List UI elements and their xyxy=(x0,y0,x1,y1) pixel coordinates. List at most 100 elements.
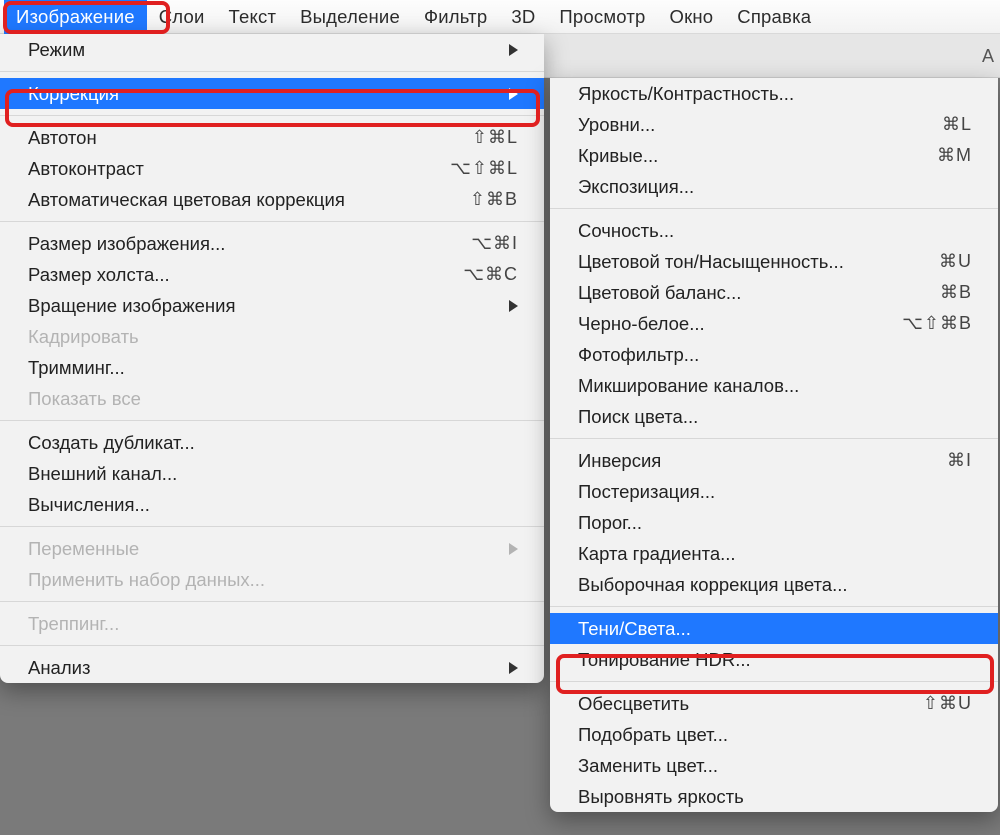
menu-separator xyxy=(0,71,544,72)
menu-item[interactable]: Вычисления... xyxy=(0,489,544,520)
menu-item[interactable]: Создать дубликат... xyxy=(0,427,544,458)
menu-separator xyxy=(0,420,544,421)
menu-item[interactable]: Анализ xyxy=(0,652,544,683)
menu-item[interactable]: Черно-белое...⌥⇧⌘B xyxy=(550,308,998,339)
truncated-label: A xyxy=(982,46,994,66)
menu-item-shortcut: ⇧⌘B xyxy=(470,189,518,210)
menu-item[interactable]: Размер изображения...⌥⌘I xyxy=(0,228,544,259)
submenu-arrow-icon xyxy=(509,662,518,674)
menubar-item[interactable]: Выделение xyxy=(288,0,412,34)
menu-item-label: Выровнять яркость xyxy=(578,786,744,808)
menu-item-label: Сочность... xyxy=(578,220,674,242)
menubar-item[interactable]: Изображение xyxy=(4,0,147,34)
menu-item[interactable]: Автотон ⇧⌘L xyxy=(0,122,544,153)
menu-item[interactable]: Автоконтраст⌥⇧⌘L xyxy=(0,153,544,184)
menu-item-label: Режим xyxy=(28,39,85,61)
menu-item: Показать все xyxy=(0,383,544,414)
menu-item[interactable]: Постеризация... xyxy=(550,476,998,507)
menu-item-label: Экспозиция... xyxy=(578,176,694,198)
menubar-item[interactable]: Просмотр xyxy=(547,0,657,34)
menu-item-label: Обесцветить xyxy=(578,693,689,715)
menu-item-label: Тримминг... xyxy=(28,357,125,379)
menu-item-label: Цветовой баланс... xyxy=(578,282,741,304)
menubar-item[interactable]: Текст xyxy=(217,0,289,34)
menubar-item[interactable]: Окно xyxy=(657,0,725,34)
menu-item-label: Треппинг... xyxy=(28,613,119,635)
menu-item-label: Выборочная коррекция цвета... xyxy=(578,574,848,596)
menu-item-label: Уровни... xyxy=(578,114,655,136)
menu-item[interactable]: Инверсия ⌘I xyxy=(550,445,998,476)
menu-item[interactable]: Сочность... xyxy=(550,215,998,246)
menu-item[interactable]: Коррекция xyxy=(0,78,544,109)
menu-item-label: Кривые... xyxy=(578,145,658,167)
submenu-arrow-icon xyxy=(509,88,518,100)
menu-item-shortcut: ⇧⌘L xyxy=(472,127,518,148)
menu-item[interactable]: Цветовой тон/Насыщенность... ⌘U xyxy=(550,246,998,277)
menu-item-label: Автоматическая цветовая коррекция xyxy=(28,189,345,211)
menu-item[interactable]: Подобрать цвет... xyxy=(550,719,998,750)
menu-item-label: Поиск цвета... xyxy=(578,406,698,428)
menu-item[interactable]: Микширование каналов... xyxy=(550,370,998,401)
menu-item-label: Подобрать цвет... xyxy=(578,724,728,746)
menu-separator xyxy=(550,606,998,607)
menu-separator xyxy=(0,115,544,116)
menubar-item[interactable]: 3D xyxy=(499,0,547,34)
menu-item-shortcut: ⌘M xyxy=(937,145,972,166)
menu-item[interactable]: Выровнять яркость xyxy=(550,781,998,812)
menu-item-label: Цветовой тон/Насыщенность... xyxy=(578,251,844,273)
menu-item-label: Размер холста... xyxy=(28,264,170,286)
menu-item[interactable]: Заменить цвет... xyxy=(550,750,998,781)
menu-item: Применить набор данных... xyxy=(0,564,544,595)
menu-item: Кадрировать xyxy=(0,321,544,352)
menu-item: Треппинг... xyxy=(0,608,544,639)
menubar-item[interactable]: Фильтр xyxy=(412,0,499,34)
menu-item-label: Создать дубликат... xyxy=(28,432,195,454)
menu-item-shortcut: ⌘I xyxy=(947,450,972,471)
menu-item[interactable]: Выборочная коррекция цвета... xyxy=(550,569,998,600)
menu-item[interactable]: Цветовой баланс... ⌘B xyxy=(550,277,998,308)
menu-item[interactable]: Порог... xyxy=(550,507,998,538)
menu-item[interactable]: Внешний канал... xyxy=(0,458,544,489)
menu-item[interactable]: Карта градиента... xyxy=(550,538,998,569)
menu-item[interactable]: Тонирование HDR... xyxy=(550,644,998,675)
menu-item-label: Вычисления... xyxy=(28,494,150,516)
menu-item[interactable]: Тени/Света... xyxy=(550,613,998,644)
menu-item-label: Автотон xyxy=(28,127,97,149)
menu-item-shortcut: ⌥⌘C xyxy=(463,264,518,285)
submenu-arrow-icon xyxy=(509,300,518,312)
menubar-item[interactable]: Справка xyxy=(725,0,823,34)
menu-item[interactable]: Автоматическая цветовая коррекция ⇧⌘B xyxy=(0,184,544,215)
menu-item-label: Анализ xyxy=(28,657,90,679)
menu-item[interactable]: Уровни...⌘L xyxy=(550,109,998,140)
menu-item[interactable]: Яркость/Контрастность... xyxy=(550,78,998,109)
menu-item[interactable]: Обесцветить⇧⌘U xyxy=(550,688,998,719)
menu-item-label: Показать все xyxy=(28,388,141,410)
menu-item-label: Тени/Света... xyxy=(578,618,691,640)
menu-item[interactable]: Экспозиция... xyxy=(550,171,998,202)
menubar: ИзображениеСлоиТекстВыделениеФильтр3DПро… xyxy=(0,0,1000,34)
menu-item[interactable]: Размер холста... ⌥⌘C xyxy=(0,259,544,290)
menu-separator xyxy=(550,681,998,682)
menu-item[interactable]: Фотофильтр... xyxy=(550,339,998,370)
menu-item-shortcut: ⌘U xyxy=(939,251,972,272)
menu-item-label: Фотофильтр... xyxy=(578,344,699,366)
menu-item-label: Тонирование HDR... xyxy=(578,649,751,671)
menu-item[interactable]: Вращение изображения xyxy=(0,290,544,321)
menu-item-label: Черно-белое... xyxy=(578,313,705,335)
menubar-item[interactable]: Слои xyxy=(147,0,217,34)
menu-item-label: Порог... xyxy=(578,512,642,534)
menu-separator xyxy=(0,601,544,602)
menu-item[interactable]: Тримминг... xyxy=(0,352,544,383)
menu-item-shortcut: ⌘B xyxy=(940,282,972,303)
menu-item[interactable]: Поиск цвета... xyxy=(550,401,998,432)
menu-item-label: Внешний канал... xyxy=(28,463,177,485)
submenu-arrow-icon xyxy=(509,44,518,56)
menu-item[interactable]: Кривые... ⌘M xyxy=(550,140,998,171)
menu-item-label: Размер изображения... xyxy=(28,233,225,255)
menu-item[interactable]: Режим xyxy=(0,34,544,65)
menu-item-label: Инверсия xyxy=(578,450,661,472)
menu-item-label: Применить набор данных... xyxy=(28,569,265,591)
menu-item-label: Яркость/Контрастность... xyxy=(578,83,794,105)
menu-separator xyxy=(0,645,544,646)
menu-separator xyxy=(550,438,998,439)
